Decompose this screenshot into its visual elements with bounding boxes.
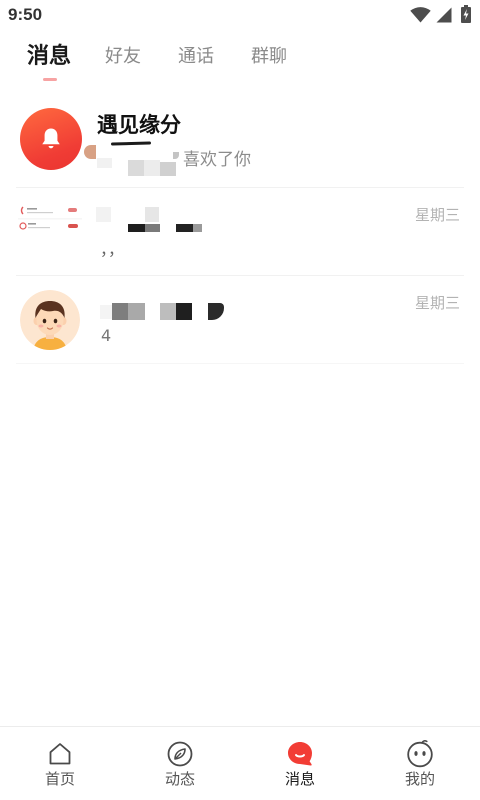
face-icon <box>407 739 433 768</box>
tab-messages[interactable]: 消息 <box>27 43 71 71</box>
nav-feed[interactable]: 动态 <box>120 727 240 800</box>
status-bar: 9:50 <box>0 0 480 30</box>
redacted-block <box>173 152 179 159</box>
screenshot-thumbnail <box>18 205 82 237</box>
conversation-preview: ，， <box>100 240 125 259</box>
sender-mini-avatar <box>84 145 96 159</box>
nav-home[interactable]: 首页 <box>0 727 120 800</box>
tab-friends[interactable]: 好友 <box>105 45 141 69</box>
redacted-block <box>144 160 160 176</box>
nav-label: 动态 <box>164 770 195 788</box>
nav-label: 首页 <box>44 770 75 788</box>
redacted-block <box>112 303 128 320</box>
bottom-navigation: 首页 动态 消息 我的 <box>0 726 480 800</box>
tab-groups[interactable]: 群聊 <box>251 45 287 69</box>
redacted-block <box>96 207 111 222</box>
conversation-list: 遇见缘分 喜欢了你 星期三 ，， 星期三 4 <box>0 100 480 364</box>
conversation-preview: 喜欢了你 <box>183 150 251 170</box>
redacted-block <box>176 303 192 320</box>
redacted-block <box>193 224 202 232</box>
chat-bubble-icon <box>288 742 312 766</box>
redacted-block <box>97 158 112 168</box>
redacted-block <box>160 303 176 320</box>
conversation-item[interactable]: 星期三 ，， <box>0 188 480 275</box>
redacted-block <box>128 224 145 232</box>
tab-calls[interactable]: 通话 <box>178 45 214 69</box>
active-tab-indicator <box>43 78 57 81</box>
status-time: 9:50 <box>8 5 43 24</box>
battery-icon <box>461 5 471 23</box>
bell-icon <box>42 128 60 149</box>
nav-profile[interactable]: 我的 <box>360 727 480 800</box>
redacted-block <box>160 162 176 176</box>
conversation-item[interactable]: 遇见缘分 喜欢了你 <box>0 100 480 187</box>
redacted-block <box>100 305 112 319</box>
message-tabs: 消息 好友 通话 群聊 <box>0 36 480 86</box>
redacted-block <box>176 224 193 232</box>
notification-avatar <box>20 108 82 170</box>
conversation-time: 星期三 <box>414 294 460 312</box>
redacted-block <box>128 303 145 320</box>
conversation-title: 遇见缘分 <box>97 113 181 137</box>
list-divider <box>16 363 464 364</box>
redacted-block <box>128 160 144 176</box>
compass-icon <box>167 741 193 767</box>
redacted-mark <box>110 141 152 146</box>
redacted-block <box>208 303 224 320</box>
redacted-block <box>145 207 159 222</box>
nav-label: 消息 <box>284 770 315 788</box>
home-icon <box>49 743 71 765</box>
signal-icon <box>436 7 452 23</box>
conversation-preview: 4 <box>101 326 112 345</box>
nav-messages[interactable]: 消息 <box>240 727 360 800</box>
cartoon-boy-avatar <box>20 290 80 350</box>
redacted-block <box>145 224 160 232</box>
conversation-time: 星期三 <box>414 206 460 224</box>
avatar <box>20 290 80 350</box>
conversation-item[interactable]: 星期三 4 <box>0 276 480 363</box>
nav-label: 我的 <box>404 770 435 788</box>
wifi-icon <box>410 7 431 23</box>
